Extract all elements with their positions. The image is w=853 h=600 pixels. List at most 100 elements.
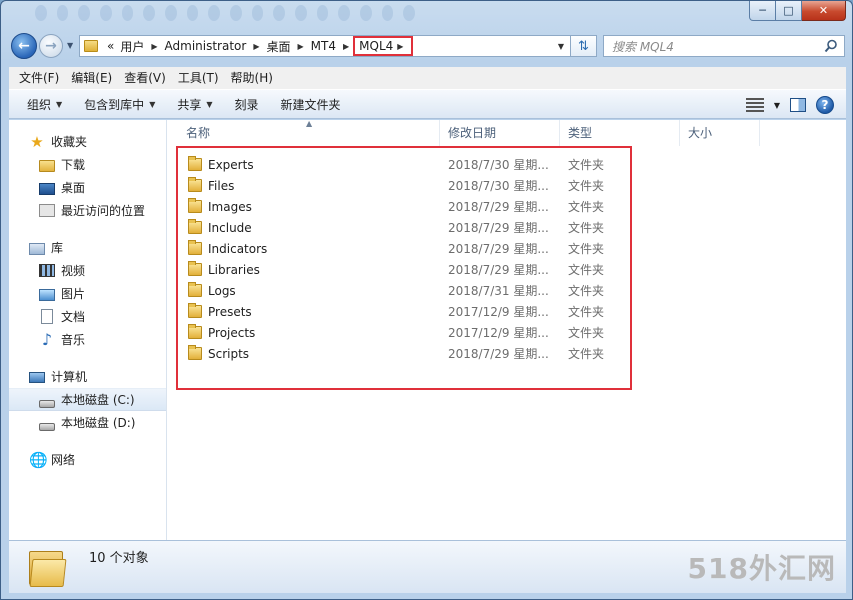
file-row[interactable]: Presets 2017/12/9 星期... 文件夹 <box>168 301 846 322</box>
nav-music[interactable]: ♪ 音乐 <box>9 328 166 351</box>
preview-pane-icon[interactable] <box>790 98 806 112</box>
breadcrumb-desktop[interactable]: 桌面 <box>263 36 293 56</box>
chevron-right-icon[interactable]: ▶ <box>339 42 353 51</box>
folder-icon <box>188 324 202 339</box>
menu-edit[interactable]: 编辑(E) <box>65 67 118 89</box>
breadcrumb-mt4[interactable]: MT4 <box>308 36 339 56</box>
chevron-down-icon: ▼ <box>557 41 565 51</box>
column-size-label: 大小 <box>688 126 713 140</box>
menu-bar: 文件(F) 编辑(E) 查看(V) 工具(T) 帮助(H) <box>9 67 846 89</box>
file-row[interactable]: Include 2018/7/29 星期... 文件夹 <box>168 217 846 238</box>
sort-ascending-icon: ▲ <box>306 119 313 128</box>
video-icon <box>39 264 55 277</box>
file-list-pane[interactable]: ▲ 名称 修改日期 类型 大小 Experts 2018/7/30 星期... … <box>168 119 846 540</box>
file-date: 2018/7/29 星期... <box>448 200 549 214</box>
column-header-size[interactable]: 大小 <box>680 120 760 146</box>
chevron-right-icon: ▶ <box>397 41 404 51</box>
column-date-label: 修改日期 <box>448 126 497 140</box>
file-row[interactable]: Files 2018/7/30 星期... 文件夹 <box>168 175 846 196</box>
search-icon[interactable] <box>824 39 838 53</box>
help-icon[interactable]: ? <box>816 96 834 114</box>
breadcrumb-users[interactable]: 用户 <box>117 36 147 56</box>
file-date: 2017/12/9 星期... <box>448 326 549 340</box>
breadcrumb-overflow[interactable]: « <box>104 36 117 56</box>
file-name: Logs <box>208 283 236 298</box>
file-type: 文件夹 <box>568 263 605 277</box>
nav-drive-d[interactable]: 本地磁盘 (D:) <box>9 411 166 434</box>
chevron-right-icon[interactable]: ▶ <box>294 42 308 51</box>
explorer-window: ─ □ ✕ ← → ▼ « 用户 ▶ Administrator ▶ 桌面 ▶ … <box>0 0 853 600</box>
menu-file[interactable]: 文件(F) <box>13 67 65 89</box>
column-header-name[interactable]: ▲ 名称 <box>168 119 440 146</box>
file-name: Libraries <box>208 262 260 277</box>
details-pane: 10 个对象 518外汇网 <box>9 540 846 593</box>
network-icon: 🌐 <box>29 450 48 469</box>
item-count: 10 个对象 <box>89 551 149 566</box>
nav-desktop-label: 桌面 <box>61 181 86 195</box>
include-in-library-button[interactable]: 包含到库中 ▼ <box>76 92 163 116</box>
document-icon <box>41 309 53 324</box>
address-history-dropdown[interactable]: ▼ <box>552 42 570 51</box>
close-button[interactable]: ✕ <box>802 1 846 21</box>
maximize-button[interactable]: □ <box>776 1 802 21</box>
chevron-right-icon[interactable]: ▶ <box>147 42 161 51</box>
new-folder-label: 新建文件夹 <box>280 97 341 112</box>
nav-recent-places[interactable]: 最近访问的位置 <box>9 199 166 222</box>
breadcrumb-mql4[interactable]: MQL4 ▶ <box>353 36 414 56</box>
search-box[interactable]: 搜索 MQL4 <box>603 35 845 57</box>
nav-pictures[interactable]: 图片 <box>9 282 166 305</box>
file-row[interactable]: Libraries 2018/7/29 星期... 文件夹 <box>168 259 846 280</box>
file-name: Presets <box>208 304 252 319</box>
file-name: Include <box>208 220 252 235</box>
chevron-down-icon: ▼ <box>206 99 213 109</box>
file-row[interactable]: Projects 2017/12/9 星期... 文件夹 <box>168 322 846 343</box>
chevron-right-icon[interactable]: ▶ <box>249 42 263 51</box>
file-row[interactable]: Scripts 2018/7/29 星期... 文件夹 <box>168 343 846 364</box>
organize-label: 组织 <box>27 97 52 112</box>
nav-drive-c[interactable]: 本地磁盘 (C:) <box>9 388 166 411</box>
organize-button[interactable]: 组织 ▼ <box>19 92 70 116</box>
refresh-button[interactable]: ⇅ <box>571 35 597 57</box>
file-row[interactable]: Images 2018/7/29 星期... 文件夹 <box>168 196 846 217</box>
file-name: Indicators <box>208 241 268 256</box>
nav-desktop[interactable]: 桌面 <box>9 176 166 199</box>
file-row[interactable]: Experts 2018/7/30 星期... 文件夹 <box>168 154 846 175</box>
search-placeholder: 搜索 MQL4 <box>612 39 674 54</box>
menu-help[interactable]: 帮助(H) <box>225 67 279 89</box>
music-icon: ♪ <box>41 329 53 349</box>
close-icon: ✕ <box>818 4 829 17</box>
nav-libraries[interactable]: 库 <box>9 236 166 259</box>
minimize-button[interactable]: ─ <box>749 1 776 21</box>
nav-documents[interactable]: 文档 <box>9 305 166 328</box>
chevron-down-icon: ▼ <box>56 99 63 109</box>
folder-icon <box>188 261 202 276</box>
title-bar: ─ □ ✕ <box>1 1 852 31</box>
nav-videos[interactable]: 视频 <box>9 259 166 282</box>
menu-view[interactable]: 查看(V) <box>118 67 172 89</box>
nav-downloads[interactable]: 下载 <box>9 153 166 176</box>
burn-button[interactable]: 刻录 <box>227 92 267 116</box>
column-header-date[interactable]: 修改日期 <box>440 120 560 146</box>
file-date: 2018/7/29 星期... <box>448 263 549 277</box>
nav-favorites[interactable]: ★ 收藏夹 <box>9 130 166 153</box>
file-name: Scripts <box>208 346 250 361</box>
file-row[interactable]: Logs 2018/7/31 星期... 文件夹 <box>168 280 846 301</box>
menu-tools[interactable]: 工具(T) <box>172 67 225 89</box>
nav-network[interactable]: 🌐 网络 <box>9 448 166 471</box>
nav-computer[interactable]: 计算机 <box>9 365 166 388</box>
recent-pages-dropdown[interactable]: ▼ <box>67 41 73 50</box>
nav-pictures-label: 图片 <box>61 287 86 301</box>
share-button[interactable]: 共享 ▼ <box>169 92 220 116</box>
column-type-label: 类型 <box>568 126 593 140</box>
column-header-type[interactable]: 类型 <box>560 120 680 146</box>
chevron-down-icon[interactable]: ▼ <box>774 93 780 117</box>
views-icon[interactable] <box>745 98 764 112</box>
breadcrumb-administrator[interactable]: Administrator <box>162 36 250 56</box>
file-row[interactable]: Indicators 2018/7/29 星期... 文件夹 <box>168 238 846 259</box>
chevron-down-icon: ▼ <box>67 41 74 50</box>
file-type: 文件夹 <box>568 284 605 298</box>
forward-button[interactable]: → <box>39 34 63 58</box>
address-bar[interactable]: « 用户 ▶ Administrator ▶ 桌面 ▶ MT4 ▶ MQL4 ▶… <box>79 35 571 57</box>
navigation-pane[interactable]: ★ 收藏夹 下载 桌面 最近访问的位置 库 视频 图片 文档 ♪ 音乐 计算机 … <box>9 120 167 540</box>
back-button[interactable]: ← <box>11 33 37 59</box>
